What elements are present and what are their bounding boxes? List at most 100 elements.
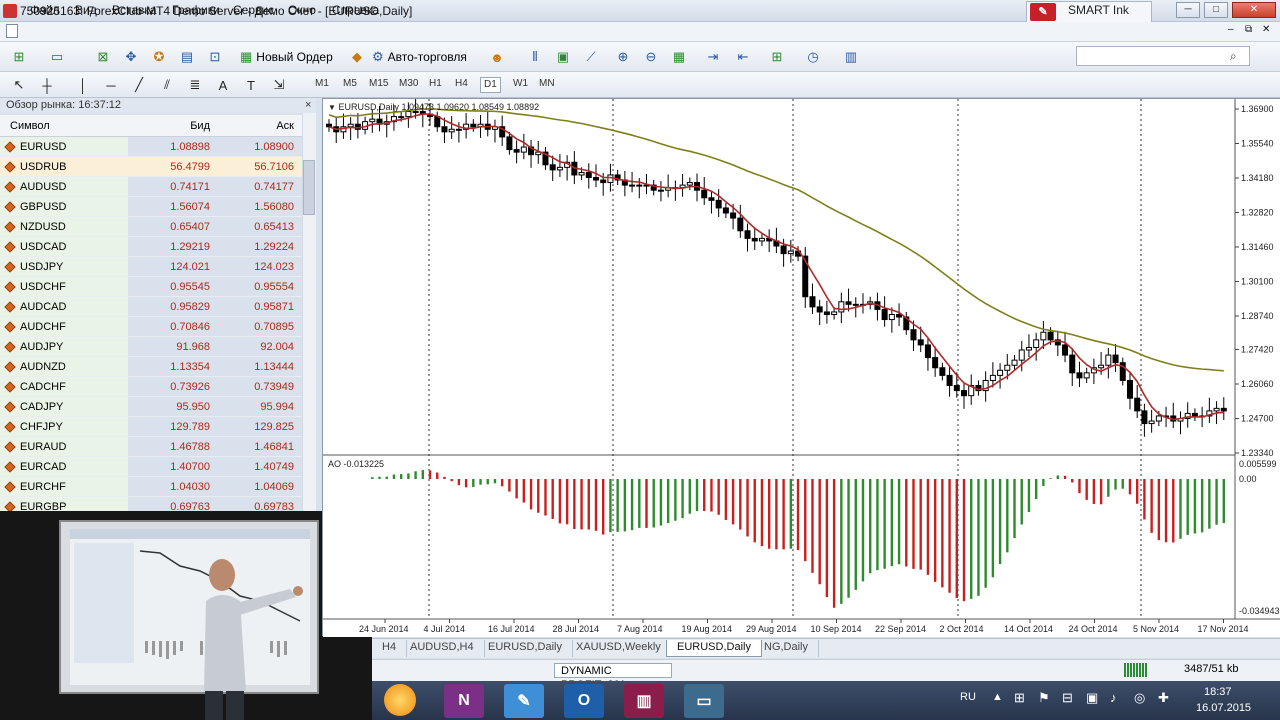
symbol-cell[interactable]: AUDJPY bbox=[0, 337, 128, 356]
table-row[interactable]: AUDJPY 91.968 92.004 bbox=[0, 337, 302, 357]
timeframe-m1[interactable]: M1 bbox=[312, 77, 332, 93]
tile-windows-icon[interactable]: ▦ bbox=[668, 46, 690, 68]
table-row[interactable]: NZDUSD 0.65407 0.65413 bbox=[0, 217, 302, 237]
timeframe-m15[interactable]: M15 bbox=[366, 77, 391, 93]
metatrader-icon[interactable]: ▭ bbox=[684, 684, 724, 718]
symbol-cell[interactable]: USDJPY bbox=[0, 257, 128, 276]
timeframe-m5[interactable]: M5 bbox=[340, 77, 360, 93]
menu-view[interactable]: Вид bbox=[75, 3, 97, 17]
table-row[interactable]: AUDCHF 0.70846 0.70895 bbox=[0, 317, 302, 337]
restore-button[interactable]: □ bbox=[1204, 2, 1228, 18]
new-chart-icon[interactable]: ⊞ bbox=[8, 46, 30, 68]
line-chart-icon[interactable]: ⟋ bbox=[580, 46, 602, 68]
language-indicator[interactable]: RU bbox=[960, 691, 976, 703]
arrows-icon[interactable]: ⇲ bbox=[268, 74, 290, 96]
horizontal-line-icon[interactable]: ─ bbox=[100, 74, 122, 96]
indicators-icon[interactable]: ⊞ bbox=[766, 46, 788, 68]
symbol-cell[interactable]: EURCHF bbox=[0, 477, 128, 496]
market-watch-scroll-thumb[interactable] bbox=[303, 160, 315, 215]
menu-window[interactable]: Окно bbox=[288, 3, 316, 17]
table-row[interactable]: CHFJPY 129.789 129.825 bbox=[0, 417, 302, 437]
chart-window[interactable]: 1.36900 1.35540 1.34180 1.32820 1.31460 1.301… bbox=[322, 98, 1280, 637]
tray-volume-icon[interactable]: ♪ bbox=[1110, 690, 1117, 705]
symbol-cell[interactable]: USDCAD bbox=[0, 237, 128, 256]
smart-ink-logo-icon[interactable]: ✎ bbox=[1030, 3, 1056, 21]
minimize-button[interactable]: ─ bbox=[1176, 2, 1200, 18]
market-watch-icon[interactable]: ⊠ bbox=[92, 46, 114, 68]
chart-collapse-icon[interactable]: ▼ bbox=[328, 103, 336, 112]
close-button[interactable]: ✕ bbox=[1232, 2, 1276, 18]
symbol-cell[interactable]: AUDNZD bbox=[0, 357, 128, 376]
menu-file[interactable]: Файл bbox=[30, 3, 60, 17]
periods-icon[interactable]: ◷ bbox=[802, 46, 824, 68]
timeframe-d1[interactable]: D1 bbox=[480, 77, 501, 93]
symbol-cell[interactable]: AUDUSD bbox=[0, 177, 128, 196]
cursor-tool-icon[interactable]: ↖ bbox=[8, 74, 30, 96]
navigator-icon[interactable]: ✪ bbox=[148, 46, 170, 68]
table-row[interactable]: GBPUSD 1.56074 1.56080 bbox=[0, 197, 302, 217]
menu-charts[interactable]: Графики bbox=[172, 3, 220, 17]
column-bid[interactable]: Бид bbox=[128, 115, 214, 136]
tray-windows-icon[interactable]: ⊞ bbox=[1014, 690, 1025, 706]
chart-shift-icon[interactable]: ⇥ bbox=[702, 46, 724, 68]
search-icon[interactable]: ⌕ bbox=[1230, 49, 1237, 64]
mdi-restore-button[interactable]: ⧉ bbox=[1245, 24, 1252, 35]
vertical-line-icon[interactable]: │ bbox=[72, 74, 94, 96]
menu-tools[interactable]: Сервис bbox=[233, 3, 274, 17]
column-ask[interactable]: Аск bbox=[214, 115, 302, 136]
table-row[interactable]: EURCHF 1.04030 1.04069 bbox=[0, 477, 302, 497]
new-order-button[interactable]: ▦ Новый Ордер bbox=[240, 46, 340, 68]
zoom-in-icon[interactable]: ⊕ bbox=[612, 46, 634, 68]
table-row[interactable]: EURUSD 1.08898 1.08900 bbox=[0, 137, 302, 157]
table-row[interactable]: AUDUSD 0.74171 0.74177 bbox=[0, 177, 302, 197]
autoscroll-icon[interactable]: ⇤ bbox=[732, 46, 754, 68]
timeframe-w1[interactable]: W1 bbox=[510, 77, 531, 93]
fibonacci-icon[interactable]: ≣ bbox=[184, 74, 206, 96]
symbol-cell[interactable]: CADJPY bbox=[0, 397, 128, 416]
table-row[interactable]: CADJPY 95.950 95.994 bbox=[0, 397, 302, 417]
market-watch-close-button[interactable]: × bbox=[305, 99, 311, 111]
bar-chart-icon[interactable]: ⫴ bbox=[524, 46, 546, 68]
table-row[interactable]: AUDCAD 0.95829 0.95871 bbox=[0, 297, 302, 317]
tab-ng-daily[interactable]: NG,Daily bbox=[754, 640, 820, 657]
channel-icon[interactable]: ⫽ bbox=[156, 74, 178, 96]
smart-notebook-icon[interactable]: ✎ bbox=[504, 684, 544, 718]
table-row[interactable]: USDCAD 1.29219 1.29224 bbox=[0, 237, 302, 257]
tab-audusd-h4[interactable]: AUDUSD,H4 bbox=[400, 640, 485, 657]
timeframe-mn[interactable]: MN bbox=[536, 77, 558, 93]
tray-update-icon[interactable]: ✚ bbox=[1158, 690, 1169, 706]
table-row[interactable]: CADCHF 0.73926 0.73949 bbox=[0, 377, 302, 397]
table-row[interactable]: USDRUB 56.4799 56.7106 bbox=[0, 157, 302, 177]
candlestick-chart-icon[interactable]: ▣ bbox=[552, 46, 574, 68]
onenote-icon[interactable]: N bbox=[444, 684, 484, 718]
symbol-cell[interactable]: AUDCHF bbox=[0, 317, 128, 336]
strategy-tester-icon[interactable]: ⊡ bbox=[204, 46, 226, 68]
column-symbol[interactable]: Символ bbox=[0, 115, 128, 136]
metaeditor-icon[interactable]: ◆ bbox=[346, 46, 368, 68]
expert-icon[interactable]: ☻ bbox=[486, 46, 508, 68]
start-orb-icon[interactable] bbox=[384, 684, 416, 716]
text-label-icon[interactable]: T bbox=[240, 74, 262, 96]
tab-xauusd-weekly[interactable]: XAUUSD,Weekly bbox=[566, 640, 672, 657]
timeframe-h1[interactable]: H1 bbox=[426, 77, 445, 93]
tab-eurusd-daily[interactable]: EURUSD,Daily bbox=[478, 640, 573, 657]
auto-trading-button[interactable]: ⚙ Авто-торговля bbox=[372, 46, 482, 68]
mdi-minimize-button[interactable]: – bbox=[1228, 24, 1234, 35]
outlook-icon[interactable]: O bbox=[564, 684, 604, 718]
table-row[interactable]: USDCHF 0.95545 0.95554 bbox=[0, 277, 302, 297]
symbol-cell[interactable]: USDRUB bbox=[0, 157, 128, 176]
timeframe-m30[interactable]: M30 bbox=[396, 77, 421, 93]
symbol-cell[interactable]: CHFJPY bbox=[0, 417, 128, 436]
symbol-cell[interactable]: USDCHF bbox=[0, 277, 128, 296]
timeframe-h4[interactable]: H4 bbox=[452, 77, 471, 93]
symbol-cell[interactable]: EURCAD bbox=[0, 457, 128, 476]
symbol-cell[interactable]: EURUSD bbox=[0, 137, 128, 156]
table-row[interactable]: AUDNZD 1.13354 1.13444 bbox=[0, 357, 302, 377]
search-input[interactable] bbox=[1076, 46, 1250, 66]
symbol-cell[interactable]: NZDUSD bbox=[0, 217, 128, 236]
tab-eurusd-daily-active[interactable]: EURUSD,Daily bbox=[666, 640, 762, 657]
trendline-icon[interactable]: ╱ bbox=[128, 74, 150, 96]
templates-icon[interactable]: ▥ bbox=[840, 46, 862, 68]
tray-app-icon[interactable]: ⊟ bbox=[1062, 690, 1073, 706]
table-row[interactable]: EURAUD 1.46788 1.46841 bbox=[0, 437, 302, 457]
